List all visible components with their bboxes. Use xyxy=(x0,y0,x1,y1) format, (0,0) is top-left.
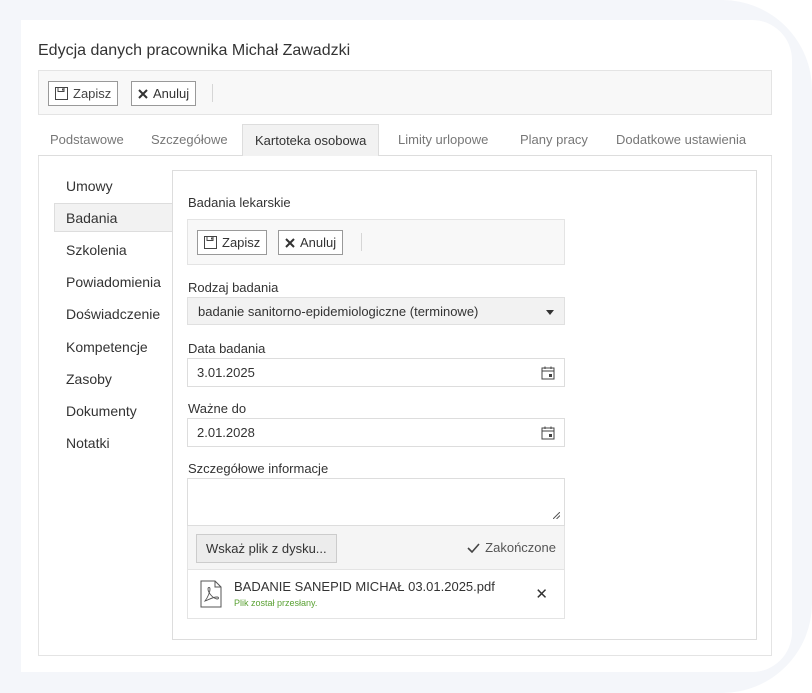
cancel-button[interactable]: Anuluj xyxy=(131,81,197,106)
sidebar-item-umowy[interactable]: Umowy xyxy=(66,178,113,194)
sidebar-item-notatki[interactable]: Notatki xyxy=(66,435,110,451)
upload-status-text: Zakończone xyxy=(485,540,556,555)
tab-podstawowe[interactable]: Podstawowe xyxy=(50,124,124,156)
exam-type-value: badanie sanitorno-epidemiologiczne (term… xyxy=(198,303,479,319)
exam-date-input[interactable]: 3.01.2025 xyxy=(187,358,565,387)
pdf-file-icon xyxy=(200,580,222,611)
valid-until-label: Ważne do xyxy=(188,401,247,416)
tab-szczegolowe[interactable]: Szczegółowe xyxy=(151,124,228,156)
toolbar-divider xyxy=(212,84,213,102)
section-cancel-label: Anuluj xyxy=(300,235,337,250)
resize-handle-icon[interactable] xyxy=(552,507,561,522)
floppy-disk-icon xyxy=(204,236,217,249)
section-cancel-button[interactable]: Anuluj xyxy=(278,230,344,255)
exam-date-label: Data badania xyxy=(188,341,266,356)
exam-type-label: Rodzaj badania xyxy=(188,280,279,295)
cancel-button-label: Anuluj xyxy=(153,86,190,101)
section-save-button[interactable]: Zapisz xyxy=(197,230,268,255)
section-title: Badania lekarskie xyxy=(188,195,291,210)
tab-dodatkowe-ustawienia[interactable]: Dodatkowe ustawienia xyxy=(616,124,746,156)
file-name: BADANIE SANEPID MICHAŁ 03.01.2025.pdf xyxy=(234,579,495,594)
sidebar-item-zasoby[interactable]: Zasoby xyxy=(66,371,112,387)
details-textarea[interactable] xyxy=(187,478,565,526)
section-save-label: Zapisz xyxy=(222,235,261,250)
valid-until-value: 2.01.2028 xyxy=(197,425,255,440)
choose-file-button[interactable]: Wskaż plik z dysku... xyxy=(196,534,337,563)
sidebar-item-dokumenty[interactable]: Dokumenty xyxy=(66,403,137,419)
tab-plany-pracy[interactable]: Plany pracy xyxy=(520,124,588,156)
floppy-disk-icon xyxy=(55,87,68,100)
tab-limity-urlopowe[interactable]: Limity urlopowe xyxy=(398,124,488,156)
save-button[interactable]: Zapisz xyxy=(48,81,119,106)
remove-file-icon[interactable]: ✕ xyxy=(535,585,548,603)
sidebar-item-kompetencje[interactable]: Kompetencje xyxy=(66,339,148,355)
checkmark-icon xyxy=(467,542,480,553)
page-title: Edycja danych pracownika Michał Zawadzki xyxy=(38,42,351,59)
details-label: Szczegółowe informacje xyxy=(188,461,329,476)
caret-down-icon xyxy=(546,304,554,319)
sidebar-item-szkolenia[interactable]: Szkolenia xyxy=(66,242,127,258)
upload-status: Zakończone xyxy=(467,540,556,555)
tab-kartoteka-osobowa[interactable]: Kartoteka osobowa xyxy=(242,124,380,157)
file-upload-status: Plik został przesłany. xyxy=(234,598,318,608)
sidebar-item-doswiadczenie[interactable]: Doświadczenie xyxy=(66,306,160,322)
sidebar-item-badania[interactable]: Badania xyxy=(66,210,117,226)
section-toolbar: Zapisz Anuluj xyxy=(187,219,565,265)
tab-bar: Podstawowe Szczegółowe Kartoteka osobowa… xyxy=(38,124,772,157)
calendar-icon[interactable] xyxy=(541,426,555,440)
exam-type-select[interactable]: badanie sanitorno-epidemiologiczne (term… xyxy=(187,297,565,325)
exam-date-value: 3.01.2025 xyxy=(197,365,255,380)
main-toolbar: Zapisz Anuluj xyxy=(38,70,772,115)
calendar-icon[interactable] xyxy=(541,366,555,380)
valid-until-input[interactable]: 2.01.2028 xyxy=(187,418,565,447)
upload-bar: Wskaż plik z dysku... Zakończone xyxy=(187,526,565,570)
close-icon xyxy=(138,88,148,99)
uploaded-file-row: BADANIE SANEPID MICHAŁ 03.01.2025.pdf Pl… xyxy=(187,570,565,619)
save-button-label: Zapisz xyxy=(73,86,112,101)
close-icon xyxy=(285,237,295,248)
sidebar-item-powiadomienia[interactable]: Powiadomienia xyxy=(66,274,161,290)
section-toolbar-divider xyxy=(361,233,362,251)
